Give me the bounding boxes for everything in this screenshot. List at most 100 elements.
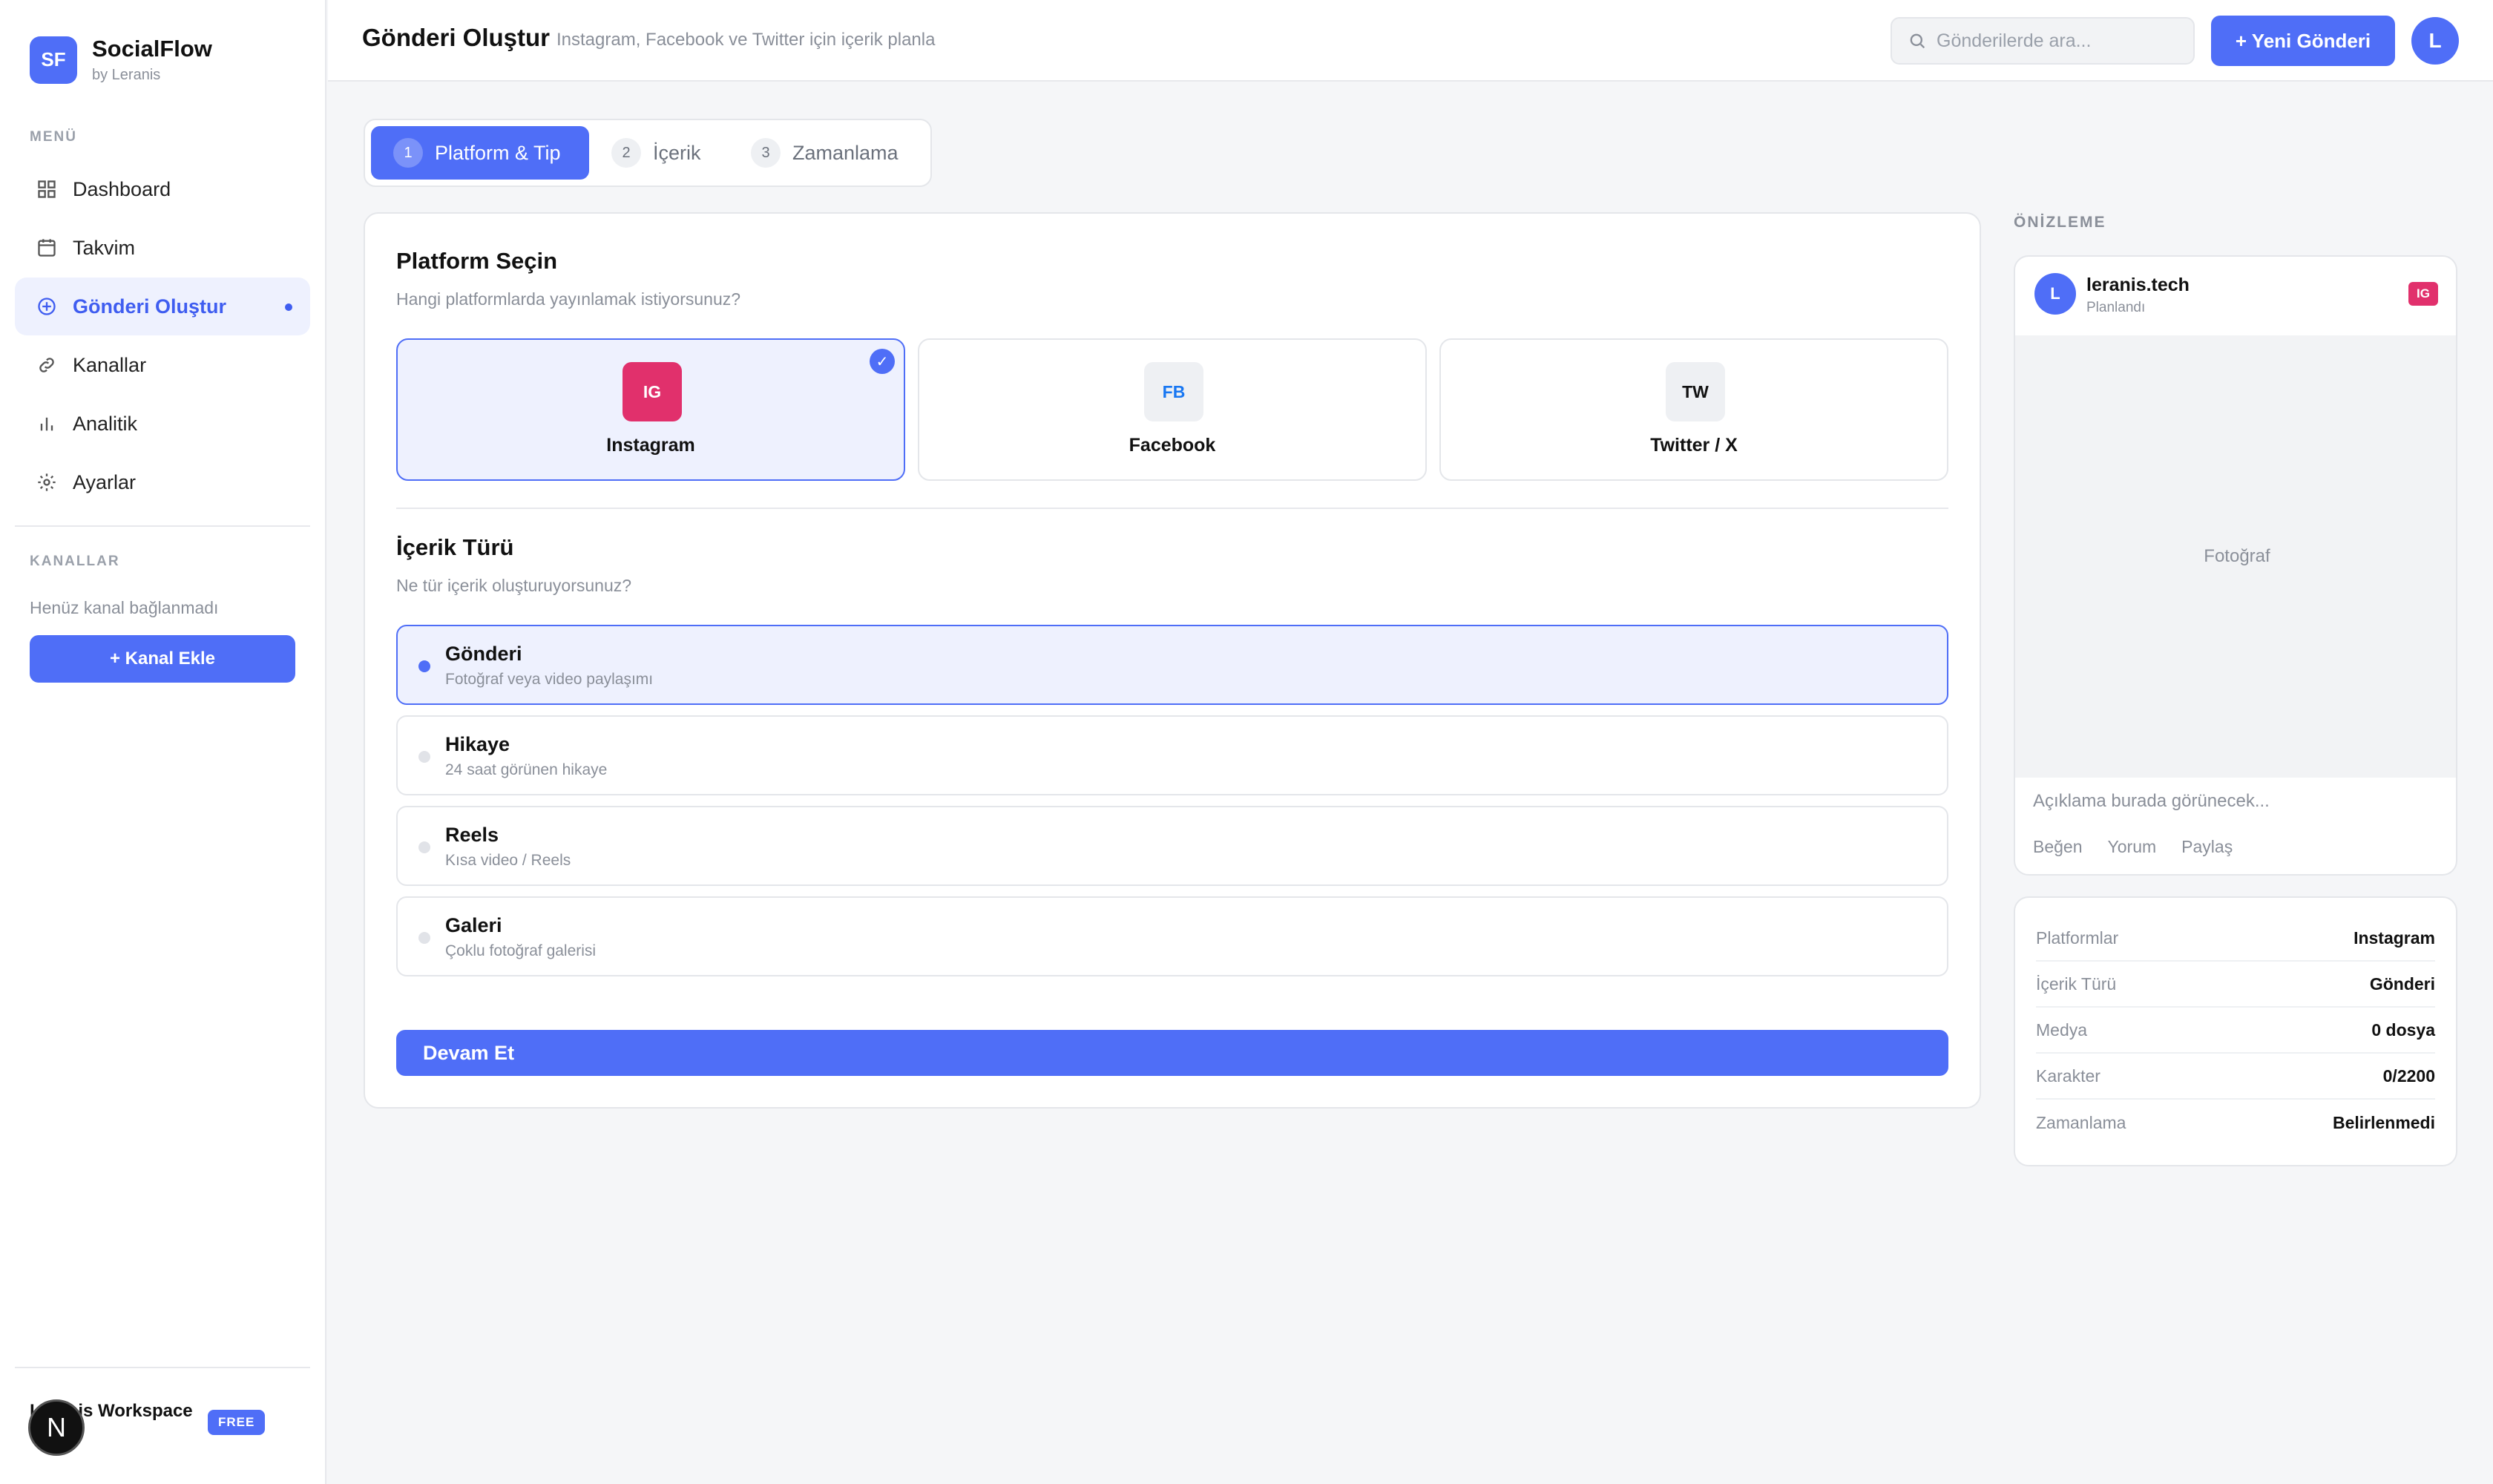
brand-logo: SF [30, 36, 77, 84]
content-type-option[interactable]: Gönderi Fotoğraf veya video paylaşımı [396, 625, 1948, 705]
menu-section-label: MENÜ [30, 129, 77, 145]
summary-value: Belirlenmedi [2332, 1112, 2435, 1132]
sidebar-item-analytics[interactable]: Analitik [15, 395, 310, 453]
summary-value: 0 dosya [2371, 1020, 2435, 1040]
content-type-desc: Kısa video / Reels [445, 852, 571, 869]
sidebar-footer-divider [15, 1367, 310, 1368]
instagram-icon: IG [623, 362, 682, 421]
step-label: Platform & Tip [435, 141, 561, 164]
summary-key: Karakter [2036, 1066, 2101, 1086]
summary-key: Zamanlama [2036, 1112, 2126, 1132]
content-type-desc: Çoklu fotoğraf galerisi [445, 942, 597, 959]
bar-chart-icon [36, 413, 58, 435]
content-type-option[interactable]: Galeri Çoklu fotoğraf galerisi [396, 896, 1948, 976]
add-channel-button[interactable]: + Kanal Ekle [30, 635, 295, 683]
twitter-icon: TW [1666, 362, 1725, 421]
facebook-icon: FB [1144, 362, 1203, 421]
brand-sub: by Leranis [92, 67, 161, 83]
content-type-title: İçerik Türü [396, 534, 514, 560]
summary-value: 0/2200 [2382, 1066, 2435, 1086]
post-setup-card: Platform Seçin Hangi platformlarda yayın… [364, 212, 1981, 1109]
sidebar-item-label: Dashboard [73, 177, 171, 200]
step-label: İçerik [653, 141, 701, 164]
preview-caption: Açıklama burada görünecek... [2033, 791, 2270, 811]
radio-dot [418, 660, 430, 672]
new-post-button[interactable]: + Yeni Gönderi [2211, 16, 2395, 66]
content-type-desc: Fotoğraf veya video paylaşımı [445, 671, 654, 688]
radio-dot [418, 751, 430, 763]
sidebar-item-dashboard[interactable]: Dashboard [15, 160, 310, 218]
content-type-title-text: Gönderi [445, 643, 522, 665]
share-action: Paylaş [2181, 837, 2233, 856]
grid-icon [36, 178, 58, 200]
instagram-badge-icon: IG [2408, 282, 2438, 306]
sidebar-item-label: Ayarlar [73, 470, 137, 493]
step-content[interactable]: 2 İçerik [589, 126, 738, 180]
content-type-option[interactable]: Hikaye 24 saat görünen hikaye [396, 715, 1948, 795]
channels-section-label: KANALLAR [30, 554, 120, 569]
sidebar-item-label: Gönderi Oluştur [73, 295, 227, 318]
dev-tools-badge[interactable]: N [28, 1399, 85, 1456]
search-input[interactable] [1937, 30, 2189, 52]
summary-row: Zamanlama Belirlenmedi [2036, 1100, 2435, 1146]
summary-value: Instagram [2354, 928, 2435, 948]
preview-account-name: leranis.tech [2086, 275, 2190, 295]
brand[interactable]: SF SocialFlow by Leranis [30, 36, 212, 84]
user-avatar[interactable]: L [2411, 17, 2459, 65]
preview-avatar: L [2034, 273, 2076, 315]
wizard-stepper: 1 Platform & Tip 2 İçerik 3 Zamanlama [364, 119, 932, 187]
calendar-icon [36, 237, 58, 259]
gear-icon [36, 471, 58, 493]
platform-name: Twitter / X [1650, 435, 1738, 456]
summary-key: Platformlar [2036, 928, 2119, 948]
sidebar-item-create-post[interactable]: Gönderi Oluştur [15, 278, 310, 335]
search-icon [1907, 30, 1928, 51]
section-divider [396, 508, 1948, 509]
content-type-title-text: Reels [445, 824, 499, 846]
sidebar-nav: Dashboard Takvim Gönderi Oluştur Kanalla… [15, 160, 310, 512]
sidebar-divider [15, 525, 310, 527]
preview-label: ÖNİZLEME [2014, 214, 2106, 231]
platform-name: Instagram [606, 435, 695, 456]
post-preview-card: L leranis.tech Planlandı IG Fotoğraf Açı… [2014, 255, 2457, 876]
summary-key: İçerik Türü [2036, 974, 2117, 994]
brand-text: SocialFlow by Leranis [92, 36, 212, 84]
platform-section-subtitle: Hangi platformlarda yayınlamak istiyorsu… [396, 289, 741, 309]
radio-dot [418, 932, 430, 944]
summary-row: Medya 0 dosya [2036, 1008, 2435, 1054]
link-icon [36, 354, 58, 376]
content-type-option[interactable]: Reels Kısa video / Reels [396, 806, 1948, 886]
step-scheduling[interactable]: 3 Zamanlama [729, 126, 926, 180]
step-label: Zamanlama [792, 141, 899, 164]
preview-actions: Beğen Yorum Paylaş [2033, 837, 2258, 857]
step-number: 2 [611, 138, 641, 168]
content-type-desc: 24 saat görünen hikaye [445, 761, 608, 778]
sidebar-item-label: Takvim [73, 236, 136, 259]
summary-row: Karakter 0/2200 [2036, 1054, 2435, 1100]
content-type-subtitle: Ne tür içerik oluşturuyorsunuz? [396, 576, 632, 595]
sidebar-item-label: Kanallar [73, 353, 147, 376]
sidebar-item-label: Analitik [73, 412, 138, 435]
brand-name: SocialFlow [92, 36, 212, 62]
platform-option-instagram[interactable]: IG Instagram ✓ [396, 338, 905, 481]
content-type-title-text: Hikaye [445, 733, 510, 755]
platform-option-facebook[interactable]: FB Facebook [918, 338, 1427, 481]
post-summary-card: Platformlar Instagram İçerik Türü Gönder… [2014, 896, 2457, 1166]
content-type-title-text: Galeri [445, 914, 502, 936]
preview-status: Planlandı [2086, 300, 2146, 315]
sidebar: SF SocialFlow by Leranis MENÜ Dashboard … [0, 0, 326, 1484]
step-number: 3 [751, 138, 781, 168]
sidebar-item-calendar[interactable]: Takvim [15, 219, 310, 277]
comment-action: Yorum [2107, 837, 2157, 856]
summary-row: İçerik Türü Gönderi [2036, 962, 2435, 1008]
continue-button[interactable]: Devam Et [396, 1030, 1948, 1076]
platform-option-twitter[interactable]: TW Twitter / X [1439, 338, 1948, 481]
step-platform-type[interactable]: 1 Platform & Tip [371, 126, 589, 180]
sidebar-item-settings[interactable]: Ayarlar [15, 453, 310, 511]
step-number: 1 [393, 138, 423, 168]
search-box[interactable] [1891, 17, 2195, 65]
sidebar-item-channels[interactable]: Kanallar [15, 336, 310, 394]
page-title: Gönderi Oluştur [362, 24, 551, 51]
top-header: Gönderi Oluştur Instagram, Facebook ve T… [328, 0, 2493, 82]
summary-key: Medya [2036, 1020, 2088, 1040]
